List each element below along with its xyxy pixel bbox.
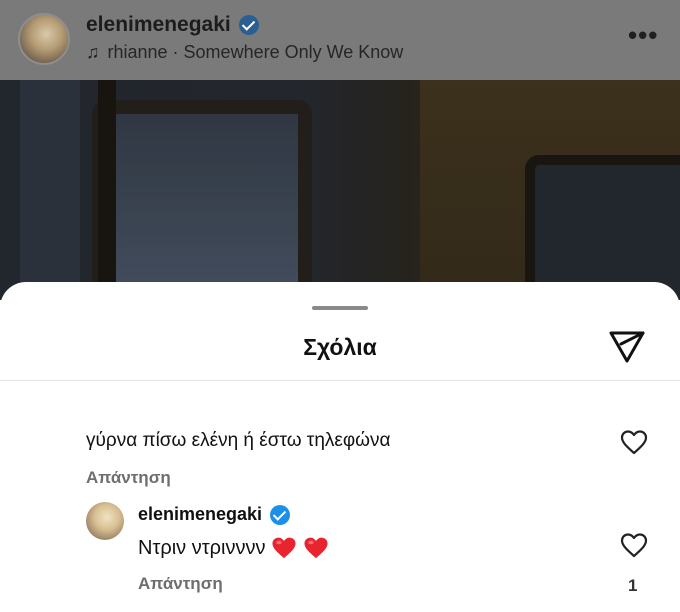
paper-plane-icon[interactable]	[607, 327, 647, 367]
like-count[interactable]: 1	[628, 576, 637, 596]
heart-outline-icon[interactable]	[620, 532, 648, 558]
reply-text: Ντριν ντρινννν	[138, 536, 266, 559]
reply-button[interactable]: Απάντηση	[138, 574, 223, 594]
reply-text-row: Ντριν ντρινννν	[138, 536, 329, 560]
heart-outline-icon[interactable]	[620, 429, 648, 455]
reply-username-row[interactable]: elenimenegaki	[138, 504, 291, 525]
reply-username[interactable]: elenimenegaki	[138, 504, 262, 525]
photo-dim-overlay	[0, 80, 680, 300]
red-heart-emoji	[272, 537, 296, 559]
post-music-label[interactable]: rhianne · Somewhere Only We Know	[108, 42, 404, 63]
verified-badge-icon	[270, 504, 291, 525]
comment-text: γύρνα πίσω ελένη ή έστω τηλεφώνα	[86, 430, 391, 451]
more-options-icon[interactable]: •••	[628, 20, 658, 51]
music-note-icon: ♫	[86, 42, 100, 62]
post-username[interactable]: elenimenegaki	[86, 13, 231, 37]
reply-button[interactable]: Απάντηση	[86, 468, 171, 488]
sheet-title: Σχόλια	[303, 334, 377, 360]
post-username-row[interactable]: elenimenegaki	[86, 13, 259, 37]
avatar[interactable]	[86, 502, 124, 540]
sheet-drag-handle[interactable]	[312, 306, 368, 310]
post-music-row[interactable]: ♫ rhianne · Somewhere Only We Know	[86, 42, 403, 63]
avatar[interactable]	[18, 13, 70, 65]
red-heart-emoji	[304, 537, 328, 559]
post-image	[0, 80, 680, 300]
verified-badge-icon	[238, 15, 259, 35]
sheet-divider	[0, 380, 680, 381]
comments-sheet: Σχόλια γύρνα πίσω ελένη ή έστω τηλεφώνα …	[0, 282, 680, 612]
post-header: elenimenegaki ♫ rhianne · Somewhere Only…	[0, 0, 680, 80]
